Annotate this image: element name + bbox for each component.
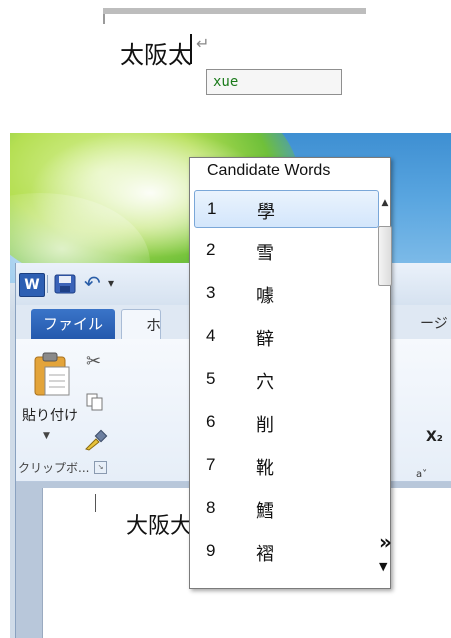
candidate-char: 學 [257, 202, 275, 223]
ruler-indent-marker [103, 14, 105, 24]
candidate-window: Candidate Words 1學 2雪 3噱 4辥 5穴 6削 7靴 8鱈 … [189, 157, 392, 589]
copy-icon[interactable] [86, 393, 104, 411]
tab-page-layout[interactable]: ージ [420, 309, 448, 339]
top-composition-text: 太阪太 [120, 41, 192, 69]
candidate-item[interactable]: 3噱 [194, 275, 379, 313]
paragraph-mark-icon: ↵ [196, 34, 210, 53]
more-candidates-icon[interactable]: » [379, 530, 392, 554]
candidate-char: 褶 [256, 544, 274, 565]
candidate-number: 1 [207, 199, 217, 218]
candidate-item[interactable]: 8鱈 [194, 490, 379, 528]
candidate-item[interactable]: 5穴 [194, 361, 379, 399]
candidate-char: 靴 [256, 458, 274, 479]
save-icon[interactable] [54, 274, 76, 294]
word-app-icon[interactable]: W [19, 273, 45, 297]
scroll-down-icon[interactable]: ▼ [379, 560, 387, 573]
candidate-char: 鱈 [256, 501, 274, 522]
candidate-number: 7 [206, 455, 216, 474]
candidate-number: 4 [206, 326, 216, 345]
candidate-number: 6 [206, 412, 216, 431]
candidate-window-title: Candidate Words [207, 162, 331, 179]
toolbar-separator [47, 275, 48, 293]
candidate-item[interactable]: 7靴 [194, 447, 379, 485]
undo-icon[interactable]: ↶ [84, 272, 106, 294]
tab-file[interactable]: ファイル [31, 309, 115, 339]
candidate-char: 削 [256, 415, 274, 436]
format-painter-icon[interactable] [84, 429, 108, 451]
candidate-item[interactable]: 4辥 [194, 318, 379, 356]
candidate-char: 辥 [256, 329, 274, 350]
candidate-item[interactable]: 2雪 [194, 232, 379, 270]
undo-dropdown-icon[interactable]: ▾ [108, 276, 114, 290]
candidate-item[interactable]: 6削 [194, 404, 379, 442]
scrollbar-thumb[interactable] [378, 226, 392, 286]
subscript-icon[interactable]: X₂ [426, 429, 443, 445]
paste-icon[interactable] [33, 351, 71, 397]
candidate-scrollbar[interactable]: ▲ » ▼ [378, 190, 392, 576]
font-color-icon[interactable]: a˅ [416, 469, 427, 480]
scroll-up-icon[interactable]: ▲ [379, 198, 391, 210]
paste-dropdown-icon[interactable]: ▼ [43, 431, 50, 441]
paste-button-label[interactable]: 貼り付け [22, 405, 78, 425]
candidate-number: 8 [206, 498, 216, 517]
candidate-number: 5 [206, 369, 216, 388]
cut-icon[interactable]: ✂ [86, 351, 101, 372]
clipboard-group-label: クリップボ... [18, 461, 90, 475]
composition-input-text: xue [213, 74, 239, 90]
candidate-number: 9 [206, 541, 216, 560]
text-caret [190, 34, 192, 64]
candidate-item[interactable]: 1學 [194, 190, 379, 228]
candidate-number: 2 [206, 240, 216, 259]
candidate-number: 3 [206, 283, 216, 302]
composition-window[interactable]: xue [206, 69, 342, 95]
candidate-item[interactable]: 9褶 [194, 533, 379, 571]
tab-home[interactable]: ホ [121, 309, 161, 340]
candidate-char: 穴 [256, 372, 274, 393]
ruler-bar [103, 8, 366, 14]
candidate-char: 雪 [256, 243, 274, 264]
candidate-char: 噱 [256, 286, 274, 307]
margin-marker [95, 494, 96, 512]
clipboard-launcher-icon[interactable]: ↘ [94, 461, 107, 474]
